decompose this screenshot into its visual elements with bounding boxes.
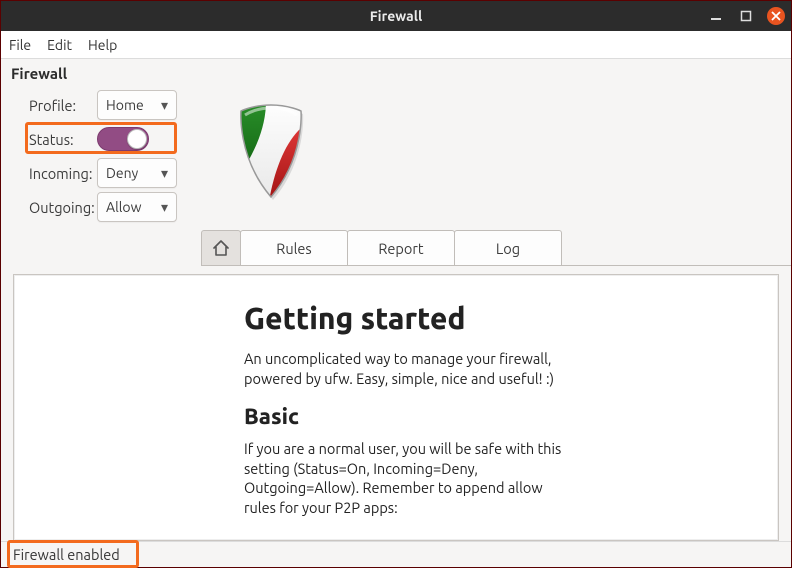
content-basic-text: If you are a normal user, you will be sa… [244,439,564,517]
maximize-button[interactable] [737,7,755,25]
content-subheading: Basic [244,404,778,429]
tab-home[interactable] [201,230,241,265]
menu-help[interactable]: Help [88,37,117,53]
menu-edit[interactable]: Edit [47,37,72,53]
outgoing-dropdown[interactable]: Allow ▾ [97,192,177,222]
shield-icon [231,101,311,201]
window-controls [707,1,785,31]
status-text: Firewall enabled [13,546,120,563]
profile-value: Home [106,97,144,113]
section-title: Firewall [11,65,201,82]
outgoing-row: Outgoing: Allow ▾ [11,192,201,222]
outgoing-label: Outgoing: [11,199,97,216]
top-panel: Firewall Profile: Home ▾ Status: Incomin… [1,59,791,230]
status-row: Status: [11,124,201,154]
status-label: Status: [11,131,97,148]
menu-file[interactable]: File [9,37,31,53]
chevron-down-icon: ▾ [161,165,168,182]
logo-column [201,65,311,222]
content-wrap: Getting started An uncomplicated way to … [1,266,791,541]
close-button[interactable] [767,7,785,25]
incoming-dropdown[interactable]: Deny ▾ [97,158,177,188]
tab-report[interactable]: Report [347,230,455,265]
toggle-knob [127,129,147,149]
incoming-label: Incoming: [11,165,97,182]
profile-label: Profile: [11,97,97,114]
status-toggle[interactable] [97,127,149,151]
window-title: Firewall [370,8,422,24]
tab-rules[interactable]: Rules [240,230,348,265]
content-intro: An uncomplicated way to manage your fire… [244,349,564,388]
profile-row: Profile: Home ▾ [11,90,201,120]
tab-row: Rules Report Log [201,230,791,266]
app-window: Firewall File Edit Help Firewall Profile… [0,0,792,568]
tab-log[interactable]: Log [454,230,562,265]
home-icon [212,239,230,257]
titlebar: Firewall [1,1,791,31]
menubar: File Edit Help [1,31,791,59]
statusbar: Firewall enabled [1,541,791,567]
content-heading: Getting started [244,301,778,335]
chevron-down-icon: ▾ [161,97,168,114]
incoming-value: Deny [106,165,138,181]
chevron-down-icon: ▾ [161,199,168,216]
content-panel: Getting started An uncomplicated way to … [13,274,779,541]
controls-column: Firewall Profile: Home ▾ Status: Incomin… [11,65,201,222]
incoming-row: Incoming: Deny ▾ [11,158,201,188]
minimize-button[interactable] [707,7,725,25]
profile-dropdown[interactable]: Home ▾ [97,90,177,120]
outgoing-value: Allow [106,199,141,215]
